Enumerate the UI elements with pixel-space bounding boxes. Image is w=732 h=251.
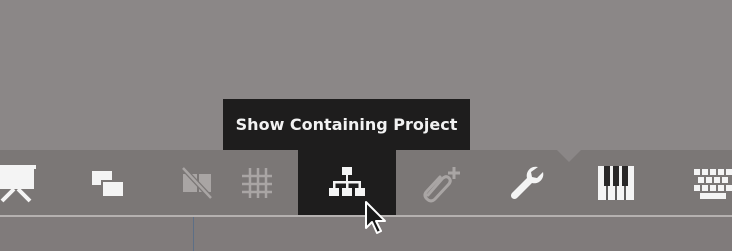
settings-button[interactable] [497, 150, 557, 216]
mouse-cursor-icon [365, 201, 386, 234]
hierarchy-icon [329, 167, 365, 196]
presentation-icon [0, 165, 36, 203]
keyboard-icon [694, 169, 732, 199]
piano-button[interactable] [586, 150, 646, 216]
playhead-line [193, 217, 194, 251]
hide-button[interactable] [167, 150, 227, 216]
windows-button[interactable] [76, 150, 136, 216]
keyboard-button[interactable] [682, 150, 732, 216]
grid-icon [242, 168, 272, 198]
attach-button[interactable] [410, 150, 470, 216]
presentation-button[interactable] [0, 150, 46, 216]
piano-keys-icon [598, 166, 634, 200]
wrench-icon [510, 166, 544, 200]
overlapping-windows-icon [92, 171, 123, 196]
grid-button[interactable] [226, 150, 286, 216]
tooltip: Show Containing Project [223, 99, 470, 150]
hide-icon [181, 166, 213, 200]
attach-add-icon [423, 167, 460, 203]
notch-indicator [557, 150, 581, 162]
